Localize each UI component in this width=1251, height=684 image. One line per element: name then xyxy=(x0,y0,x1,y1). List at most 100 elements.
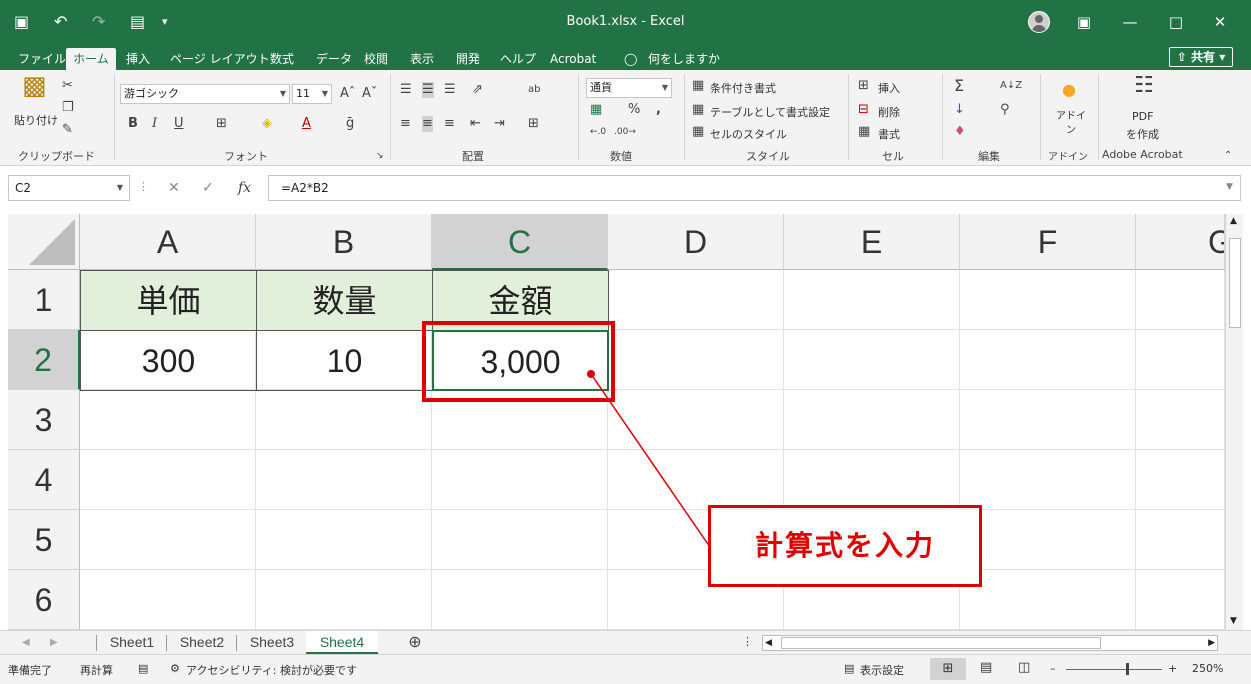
merge-center-icon[interactable]: ⊞ xyxy=(528,116,539,132)
fill-icon[interactable]: ↓ xyxy=(954,102,965,118)
delete-cells-button[interactable]: 削除 xyxy=(878,104,900,120)
scrollbar-thumb[interactable] xyxy=(1229,238,1241,328)
grid-cell[interactable] xyxy=(784,450,960,510)
format-cells-button[interactable]: 書式 xyxy=(878,126,900,142)
cancel-icon[interactable]: ✕ xyxy=(168,180,180,196)
grid-cell[interactable] xyxy=(784,270,960,330)
row-header-3[interactable]: 3 xyxy=(8,390,80,450)
tab-data[interactable]: データ xyxy=(316,48,352,70)
column-header-g[interactable]: G xyxy=(1136,214,1225,270)
align-middle-icon[interactable]: ☰ xyxy=(422,82,434,98)
page-break-view-icon[interactable]: ◫ xyxy=(1018,660,1030,675)
tab-insert[interactable]: 挿入 xyxy=(126,48,150,70)
conditional-format-button[interactable]: 条件付き書式 xyxy=(710,80,776,96)
italic-button[interactable]: I xyxy=(152,116,157,132)
grid-cell[interactable] xyxy=(784,330,960,390)
insert-function-icon[interactable]: fx xyxy=(238,180,251,196)
next-sheet-icon[interactable]: ▶ xyxy=(50,631,58,654)
grid-cell[interactable] xyxy=(432,570,608,630)
grid-cell[interactable] xyxy=(1136,450,1225,510)
tab-split-handle[interactable]: ⋮ xyxy=(742,631,753,654)
sheet-tab-4[interactable]: Sheet4 xyxy=(306,631,378,654)
align-top-icon[interactable]: ☰ xyxy=(400,82,412,98)
grid-cell[interactable] xyxy=(608,330,784,390)
ribbon-display-icon[interactable]: ▣ xyxy=(1072,10,1096,34)
select-all-button[interactable] xyxy=(8,214,80,270)
name-box[interactable]: C2 ▼ xyxy=(8,175,130,201)
grid-cell[interactable] xyxy=(256,570,432,630)
decrease-indent-icon[interactable]: ⇤ xyxy=(470,116,481,132)
clear-icon[interactable]: ♦ xyxy=(954,124,966,140)
increase-indent-icon[interactable]: ⇥ xyxy=(494,116,505,132)
zoom-in-icon[interactable]: + xyxy=(1168,662,1177,675)
fill-color-icon[interactable]: ◈ xyxy=(262,116,272,132)
font-color-button[interactable]: A xyxy=(302,116,311,132)
status-recalc[interactable]: 再計算 xyxy=(80,662,113,678)
sort-filter-icon[interactable]: A↓Z xyxy=(1000,78,1022,94)
grid-cell[interactable] xyxy=(960,270,1136,330)
vertical-scrollbar[interactable]: ▲ ▼ xyxy=(1225,214,1243,630)
normal-view-icon[interactable]: ⊞ xyxy=(930,658,966,680)
decrease-font-icon[interactable]: Aˇ xyxy=(362,86,377,102)
scroll-right-icon[interactable]: ▶ xyxy=(1208,636,1215,650)
format-painter-icon[interactable]: ✎ xyxy=(62,122,73,138)
grid-cell[interactable] xyxy=(960,450,1136,510)
grid-cell[interactable] xyxy=(1136,570,1225,630)
share-button[interactable]: ⇧ 共有 ▾ xyxy=(1169,47,1233,67)
tab-home[interactable]: ホーム xyxy=(66,48,116,70)
grid-cell[interactable] xyxy=(960,510,1136,570)
grid-cell[interactable] xyxy=(432,450,608,510)
column-header-a[interactable]: A xyxy=(80,214,256,270)
grid-cell[interactable] xyxy=(1136,330,1225,390)
tab-view[interactable]: 表示 xyxy=(410,48,434,70)
tab-file[interactable]: ファイル xyxy=(18,48,66,70)
copy-icon[interactable]: ❐ xyxy=(62,100,74,116)
align-center-icon[interactable]: ≡ xyxy=(422,116,433,132)
pdf-label[interactable]: PDF xyxy=(1132,110,1153,123)
orientation-icon[interactable]: ⇗ xyxy=(472,82,483,98)
tab-review[interactable]: 校閲 xyxy=(364,48,388,70)
scroll-up-icon[interactable]: ▲ xyxy=(1230,216,1237,226)
enter-icon[interactable]: ✓ xyxy=(202,180,214,196)
formula-input[interactable]: =A2*B2 xyxy=(268,175,1241,201)
row-header-6[interactable]: 6 xyxy=(8,570,80,630)
align-right-icon[interactable]: ≡ xyxy=(444,116,455,132)
grid-cell[interactable] xyxy=(960,390,1136,450)
sheet-tab-1[interactable]: Sheet1 xyxy=(100,631,164,654)
page-layout-view-icon[interactable]: ▤ xyxy=(980,660,992,675)
increase-font-icon[interactable]: Aˆ xyxy=(340,86,355,102)
accounting-format-icon[interactable]: ▦ xyxy=(590,102,602,118)
column-header-d[interactable]: D xyxy=(608,214,784,270)
macro-record-icon[interactable]: ▤ xyxy=(138,662,148,675)
find-select-icon[interactable]: ⚲ xyxy=(1000,102,1010,118)
add-sheet-icon[interactable]: ⊕ xyxy=(404,631,426,654)
number-format-combo[interactable]: 通貨 ▼ xyxy=(586,78,672,98)
insert-cells-button[interactable]: 挿入 xyxy=(878,80,900,96)
zoom-slider-thumb[interactable] xyxy=(1126,663,1129,675)
tab-page-layout[interactable]: ページ レイアウト xyxy=(170,48,270,70)
phonetic-icon[interactable]: ḡ xyxy=(346,116,354,132)
paste-button-label[interactable]: 貼り付け xyxy=(14,112,58,128)
close-icon[interactable]: ✕ xyxy=(1208,10,1232,34)
align-bottom-icon[interactable]: ☰ xyxy=(444,82,456,98)
grid-cell[interactable] xyxy=(960,570,1136,630)
row-header-2[interactable]: 2 xyxy=(8,330,80,390)
column-header-c[interactable]: C xyxy=(432,214,608,270)
grid-cell[interactable] xyxy=(784,390,960,450)
create-label[interactable]: を作成 xyxy=(1126,126,1159,142)
cell-styles-button[interactable]: セルのスタイル xyxy=(710,126,787,142)
expand-formula-icon[interactable]: ▼ xyxy=(1226,182,1233,192)
addins-icon[interactable]: ● xyxy=(1062,82,1076,98)
row-header-1[interactable]: 1 xyxy=(8,270,80,330)
bold-button[interactable]: B xyxy=(128,116,138,132)
cell-b1[interactable]: 数量 xyxy=(256,270,433,331)
sheet-tab-2[interactable]: Sheet2 xyxy=(170,631,234,654)
maximize-icon[interactable]: □ xyxy=(1164,10,1188,34)
underline-button[interactable]: U xyxy=(174,116,184,132)
prev-sheet-icon[interactable]: ◀ xyxy=(22,631,30,654)
cut-icon[interactable]: ✂ xyxy=(62,78,73,94)
font-size-combo[interactable]: 11 ▼ xyxy=(292,84,332,104)
percent-style-button[interactable]: % xyxy=(628,102,640,118)
grid-cell[interactable] xyxy=(432,510,608,570)
tab-acrobat[interactable]: Acrobat xyxy=(550,48,596,70)
